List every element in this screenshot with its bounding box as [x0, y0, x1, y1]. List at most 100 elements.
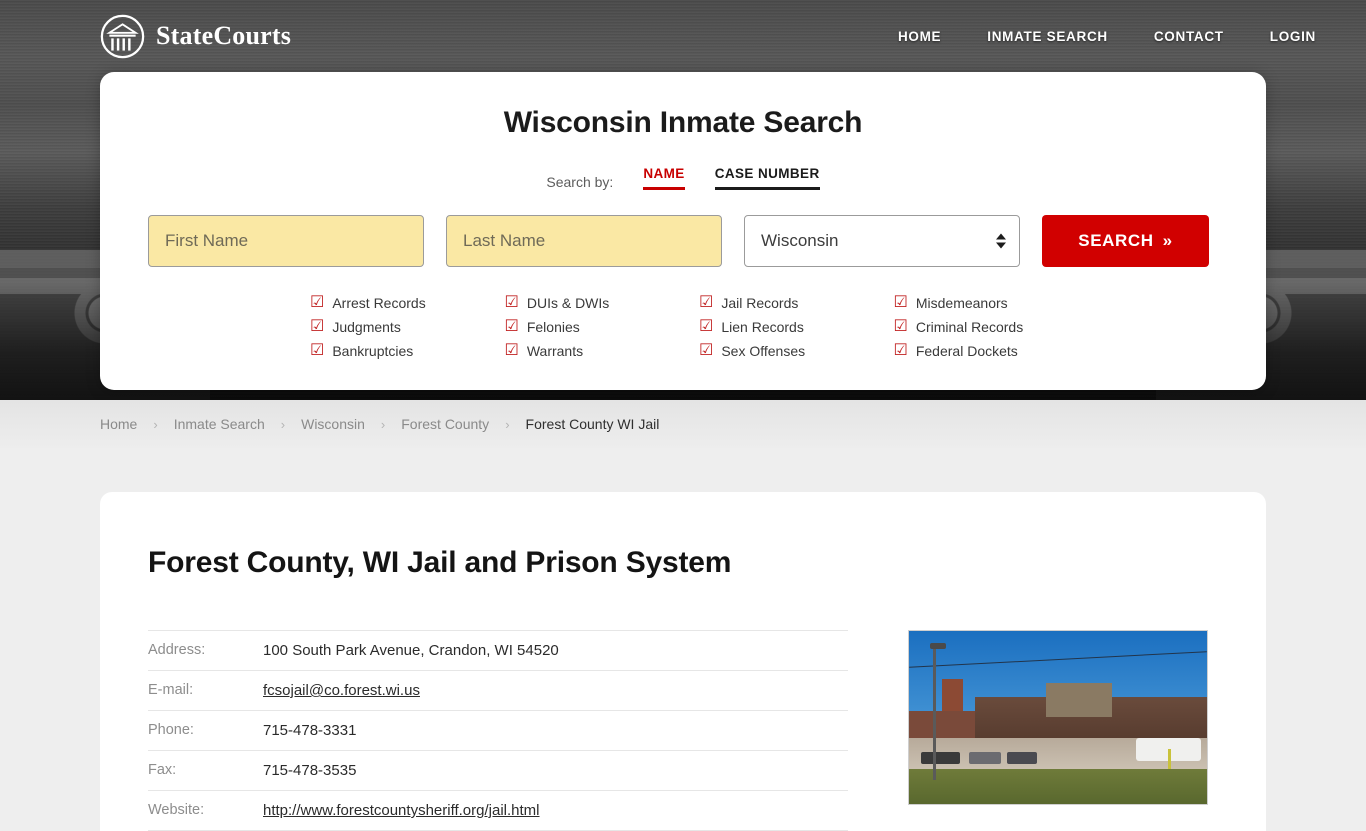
nav-item-home[interactable]: HOME	[898, 29, 941, 44]
checkbox-checked-icon: ☑	[504, 318, 519, 335]
breadcrumb: Home › Inmate Search › Wisconsin › Fores…	[100, 416, 659, 432]
info-value-fax: 715-478-3535	[263, 762, 357, 779]
page-title: Forest County, WI Jail and Prison System	[148, 546, 732, 579]
record-type-label: Arrest Records	[332, 295, 426, 311]
search-button[interactable]: SEARCH »	[1042, 215, 1209, 267]
hero-header: COURTHOUSE StateCourts HOME INMATE SEARC…	[0, 0, 1366, 400]
search-by-label: Search by:	[546, 174, 614, 190]
info-value-website: http://www.forestcountysheriff.org/jail.…	[263, 791, 848, 831]
last-name-input[interactable]	[446, 215, 722, 267]
breadcrumb-item-current: Forest County WI Jail	[525, 416, 660, 432]
record-type-label: Federal Dockets	[915, 343, 1018, 359]
facility-details-row: Address: 100 South Park Avenue, Crandon,…	[148, 630, 1218, 831]
checkbox-checked-icon: ☑	[893, 342, 908, 359]
record-type-item[interactable]: ☑ Judgments	[310, 315, 505, 339]
record-type-label: Jail Records	[721, 295, 799, 311]
checkbox-checked-icon: ☑	[504, 342, 519, 359]
state-select[interactable]: Wisconsin	[744, 215, 1020, 267]
photo-entrance-block	[1046, 682, 1112, 718]
table-row: E-mail: fcsojail@co.forest.wi.us	[148, 671, 848, 711]
checkbox-checked-icon: ☑	[310, 294, 325, 311]
record-type-item[interactable]: ☑ Federal Dockets	[894, 339, 1089, 363]
search-form: Wisconsin SEARCH »	[148, 215, 1218, 267]
search-by-row: Search by: NAME CASE NUMBER	[148, 166, 1218, 190]
chevron-double-right-icon: »	[1162, 231, 1173, 250]
checkbox-checked-icon: ☑	[699, 294, 714, 311]
nav-item-login[interactable]: LOGIN	[1270, 29, 1316, 44]
info-label-email: E-mail:	[148, 682, 194, 698]
info-value-email: fcsojail@co.forest.wi.us	[263, 671, 848, 711]
record-type-label: Judgments	[332, 319, 401, 335]
table-row: Address: 100 South Park Avenue, Crandon,…	[148, 630, 848, 671]
record-type-label: Bankruptcies	[332, 343, 414, 359]
checkbox-checked-icon: ☑	[893, 318, 908, 335]
facility-content-card: Forest County, WI Jail and Prison System…	[100, 492, 1266, 831]
website-link[interactable]: http://www.forestcountysheriff.org/jail.…	[263, 802, 540, 819]
breadcrumb-item-home[interactable]: Home	[100, 416, 137, 432]
breadcrumb-item-inmate-search[interactable]: Inmate Search	[174, 416, 265, 432]
breadcrumb-bar: Home › Inmate Search › Wisconsin › Fores…	[0, 400, 1366, 448]
photo-car	[968, 752, 1002, 765]
record-type-item[interactable]: ☑ DUIs & DWIs	[505, 291, 700, 315]
record-type-item[interactable]: ☑ Jail Records	[699, 291, 894, 315]
record-type-label: Misdemeanors	[915, 295, 1008, 311]
breadcrumb-item-forest-county[interactable]: Forest County	[401, 416, 489, 432]
photo-light-fixture	[929, 643, 946, 650]
photo-light-pole	[932, 644, 936, 780]
first-name-input[interactable]	[148, 215, 424, 267]
table-row: Website: http://www.forestcountysheriff.…	[148, 791, 848, 831]
nav-item-contact[interactable]: CONTACT	[1154, 29, 1224, 44]
search-button-label: SEARCH	[1078, 231, 1154, 250]
record-type-label: DUIs & DWIs	[526, 295, 610, 311]
record-type-item[interactable]: ☑ Misdemeanors	[894, 291, 1089, 315]
tab-search-by-case-number[interactable]: CASE NUMBER	[714, 166, 820, 190]
info-label-address: Address:	[148, 642, 206, 658]
brand-logo[interactable]: StateCourts	[100, 14, 291, 59]
checkbox-checked-icon: ☑	[699, 318, 714, 335]
record-type-item[interactable]: ☑ Arrest Records	[310, 291, 505, 315]
facility-info-table: Address: 100 South Park Avenue, Crandon,…	[148, 630, 848, 831]
tab-search-by-name[interactable]: NAME	[643, 166, 685, 190]
checkbox-checked-icon: ☑	[699, 342, 714, 359]
record-type-label: Warrants	[526, 343, 584, 359]
record-type-item[interactable]: ☑ Lien Records	[699, 315, 894, 339]
email-link[interactable]: fcsojail@co.forest.wi.us	[263, 682, 420, 699]
state-select-value: Wisconsin	[761, 231, 839, 250]
facility-photo	[908, 630, 1208, 805]
photo-car	[1007, 752, 1038, 765]
checkbox-checked-icon: ☑	[310, 342, 325, 359]
info-label-website: Website:	[148, 802, 205, 818]
chevron-right-icon: ›	[153, 416, 158, 432]
record-type-item[interactable]: ☑ Bankruptcies	[310, 339, 505, 363]
inmate-search-card: Wisconsin Inmate Search Search by: NAME …	[100, 72, 1266, 390]
checkbox-checked-icon: ☑	[504, 294, 519, 311]
photo-car	[920, 752, 960, 765]
record-type-label: Lien Records	[721, 319, 804, 335]
table-row: Fax: 715-478-3535	[148, 751, 848, 791]
nav-item-inmate-search[interactable]: INMATE SEARCH	[987, 29, 1108, 44]
courthouse-circle-icon	[100, 14, 145, 58]
checkbox-checked-icon: ☑	[893, 294, 908, 311]
record-type-label: Felonies	[526, 319, 580, 335]
info-value-address: 100 South Park Avenue, Crandon, WI 54520	[263, 642, 559, 659]
table-row: Phone: 715-478-3331	[148, 711, 848, 751]
breadcrumb-item-wisconsin[interactable]: Wisconsin	[301, 416, 365, 432]
info-value-phone: 715-478-3331	[263, 722, 357, 739]
record-type-label: Criminal Records	[915, 319, 1024, 335]
chevron-right-icon: ›	[380, 416, 386, 432]
info-label-phone: Phone:	[148, 722, 194, 738]
record-types-list: ☑ Arrest Records ☑ DUIs & DWIs ☑ Jail Recor…	[278, 291, 1088, 363]
record-type-item[interactable]: ☑ Criminal Records	[894, 315, 1089, 339]
info-label-fax: Fax:	[148, 762, 177, 778]
record-type-label: Sex Offenses	[721, 343, 806, 359]
chevron-right-icon: ›	[505, 416, 510, 432]
record-type-item[interactable]: ☑ Felonies	[505, 315, 700, 339]
record-type-item[interactable]: ☑ Warrants	[505, 339, 700, 363]
state-select-wrapper: Wisconsin	[744, 215, 1020, 267]
record-type-item[interactable]: ☑ Sex Offenses	[699, 339, 894, 363]
search-card-title: Wisconsin Inmate Search	[503, 106, 863, 139]
photo-grass	[909, 769, 1207, 804]
top-navigation-bar: StateCourts HOME INMATE SEARCH CONTACT L…	[0, 0, 1366, 72]
chevron-right-icon: ›	[280, 416, 286, 432]
checkbox-checked-icon: ☑	[310, 318, 325, 335]
